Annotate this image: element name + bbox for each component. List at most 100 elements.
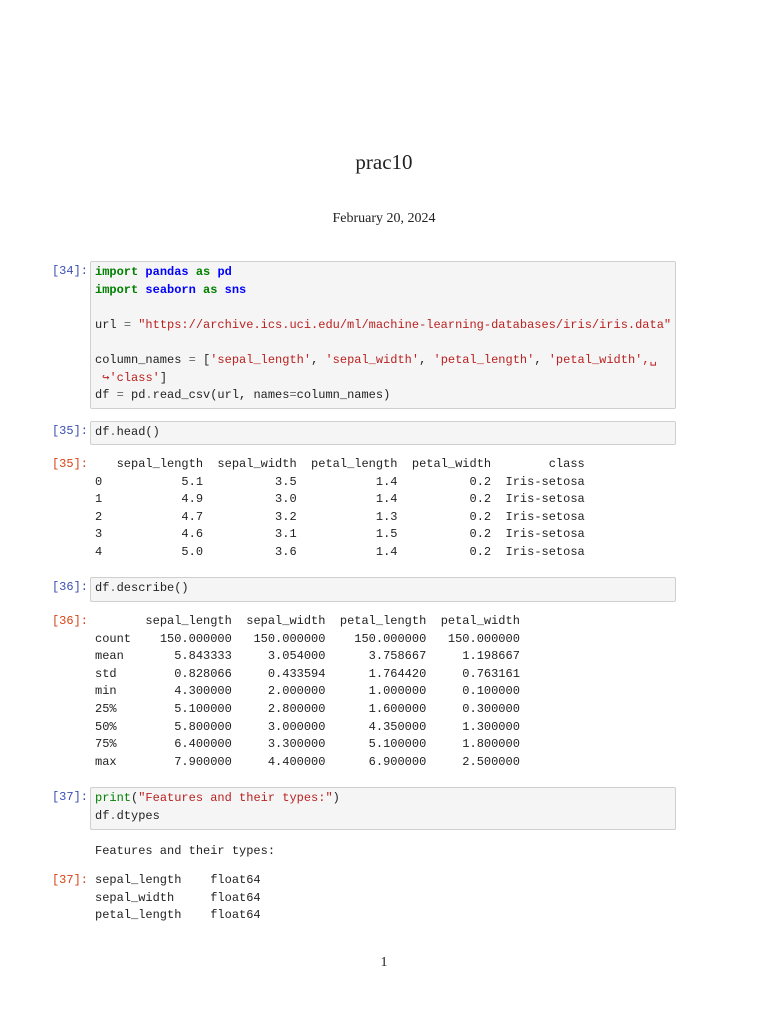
series-value: float64 bbox=[210, 873, 261, 887]
input-prompt: [36]: bbox=[51, 580, 88, 594]
row-index: 75% bbox=[95, 737, 132, 752]
code-token: seaborn bbox=[145, 282, 196, 297]
table-cell: 0.2 bbox=[397, 527, 492, 542]
code-input[interactable]: df.head() bbox=[90, 421, 676, 445]
table-cell: Iris-setosa bbox=[491, 492, 585, 507]
code-token: = bbox=[116, 388, 124, 403]
code-token: pandas bbox=[145, 265, 189, 279]
table-cell: 5.800000 bbox=[131, 719, 232, 734]
table-cell: 0.2 bbox=[397, 544, 492, 559]
row-index: mean bbox=[95, 649, 132, 664]
code-token: [ bbox=[195, 352, 211, 367]
document-date: February 20, 2024 bbox=[332, 211, 436, 226]
row-index: std bbox=[95, 666, 132, 681]
table-cell: 3.0 bbox=[203, 492, 297, 507]
table-cell: 3.6 bbox=[203, 544, 297, 559]
table-cell: 3.5 bbox=[203, 474, 297, 489]
table-row: 0 5.1 3.5 1.4 0.2 Iris-setosa bbox=[95, 474, 585, 492]
table-cell: Iris-setosa bbox=[491, 474, 585, 489]
series-value: float64 bbox=[210, 890, 261, 905]
input-prompt: [34]: bbox=[51, 264, 88, 278]
table-row: 50% 5.800000 3.000000 4.350000 1.300000 bbox=[95, 719, 520, 737]
code-line: import seaborn as sns bbox=[95, 282, 671, 300]
table-cell: 1.300000 bbox=[426, 719, 520, 734]
code-token: dtypes bbox=[116, 808, 160, 823]
code-token: . bbox=[109, 808, 117, 823]
table-cell: 4.9 bbox=[102, 492, 204, 507]
table-cell: 0.2 bbox=[397, 492, 492, 507]
column-header: petal_length bbox=[325, 614, 427, 628]
table-row: 2 4.7 3.2 1.3 0.2 Iris-setosa bbox=[95, 509, 585, 527]
code-token: df bbox=[95, 581, 110, 595]
code-token: df bbox=[95, 388, 117, 403]
code-token: . bbox=[109, 581, 117, 595]
table-cell: 5.843333 bbox=[131, 649, 232, 664]
code-token: print bbox=[95, 791, 132, 805]
code-input[interactable]: import pandas as pd import seaborn as sns… bbox=[90, 261, 676, 409]
code-token: , bbox=[419, 352, 434, 367]
table-cell: 0.2 bbox=[397, 474, 492, 489]
table-cell: 0.2 bbox=[397, 509, 492, 524]
table-cell: 1.198667 bbox=[426, 649, 520, 664]
code-token: df bbox=[95, 425, 110, 439]
code-token: as bbox=[195, 265, 211, 279]
column-header: petal_width bbox=[397, 457, 492, 471]
code-token: sns bbox=[224, 282, 247, 297]
table-cell: 3.2 bbox=[203, 509, 297, 524]
code-lines: print("Features and their types:") df.dty… bbox=[95, 790, 671, 825]
input-prompt: [37]: bbox=[51, 790, 88, 804]
table-cell: 4.400000 bbox=[231, 754, 326, 769]
table-cell: 5.100000 bbox=[131, 701, 232, 716]
series-index: sepal_length bbox=[95, 873, 211, 887]
output-prompt: [36]: bbox=[51, 614, 88, 628]
code-token: import bbox=[95, 282, 139, 297]
table-cell: 1.764420 bbox=[325, 666, 427, 681]
code-token: "Features and their types:" bbox=[138, 791, 333, 805]
table-cell: Iris-setosa bbox=[491, 527, 585, 542]
code-token: 'class' bbox=[109, 370, 160, 385]
series-row: petal_length float64 bbox=[95, 907, 261, 925]
table-cell: 0.100000 bbox=[426, 684, 520, 699]
code-token: pd bbox=[217, 265, 232, 279]
table-cell: 3.054000 bbox=[231, 649, 326, 664]
row-index: 50% bbox=[95, 719, 132, 734]
code-token: = bbox=[123, 317, 132, 332]
table-cell: 0.300000 bbox=[426, 701, 520, 716]
code-input[interactable]: print("Features and their types:") df.dty… bbox=[90, 787, 676, 830]
column-header bbox=[95, 614, 131, 628]
table-cell: 1.3 bbox=[296, 509, 398, 524]
code-token: ,␣ bbox=[642, 352, 657, 367]
table-cell: 0.433594 bbox=[231, 666, 326, 681]
table-cell: 3.000000 bbox=[231, 719, 326, 734]
column-header: petal_length bbox=[296, 457, 398, 471]
code-token: pd bbox=[123, 388, 146, 403]
code-token: read_csv(url, names bbox=[152, 388, 290, 403]
column-header: sepal_width bbox=[231, 614, 326, 628]
table-row: max 7.900000 4.400000 6.900000 2.500000 bbox=[95, 754, 520, 772]
table-cell: Iris-setosa bbox=[491, 544, 585, 559]
code-input[interactable]: df.describe() bbox=[90, 577, 676, 602]
table-cell: 6.400000 bbox=[131, 737, 232, 752]
code-line: import pandas as pd bbox=[95, 264, 671, 282]
table-header-row: sepal_length sepal_width petal_length pe… bbox=[95, 613, 520, 631]
row-index: 25% bbox=[95, 701, 132, 716]
code-token: 'sepal_length' bbox=[210, 352, 312, 367]
table-row: 4 5.0 3.6 1.4 0.2 Iris-setosa bbox=[95, 544, 585, 562]
column-header: sepal_length bbox=[102, 457, 204, 471]
table-cell: 1.4 bbox=[296, 544, 398, 559]
column-header: sepal_width bbox=[203, 457, 297, 471]
code-token: 'petal_length' bbox=[433, 352, 535, 367]
describe-output: sepal_length sepal_width petal_length pe… bbox=[95, 613, 520, 771]
code-token: , bbox=[311, 352, 326, 367]
row-index: max bbox=[95, 754, 132, 769]
page-number: 1 bbox=[380, 955, 388, 970]
code-token: = bbox=[289, 388, 297, 403]
table-cell: 5.100000 bbox=[325, 737, 427, 752]
table-row: 75% 6.400000 3.300000 5.100000 1.800000 bbox=[95, 736, 520, 754]
code-token: 'petal_width' bbox=[548, 352, 643, 367]
code-line: ↪'class'] bbox=[95, 370, 671, 388]
column-header: sepal_length bbox=[131, 614, 232, 628]
